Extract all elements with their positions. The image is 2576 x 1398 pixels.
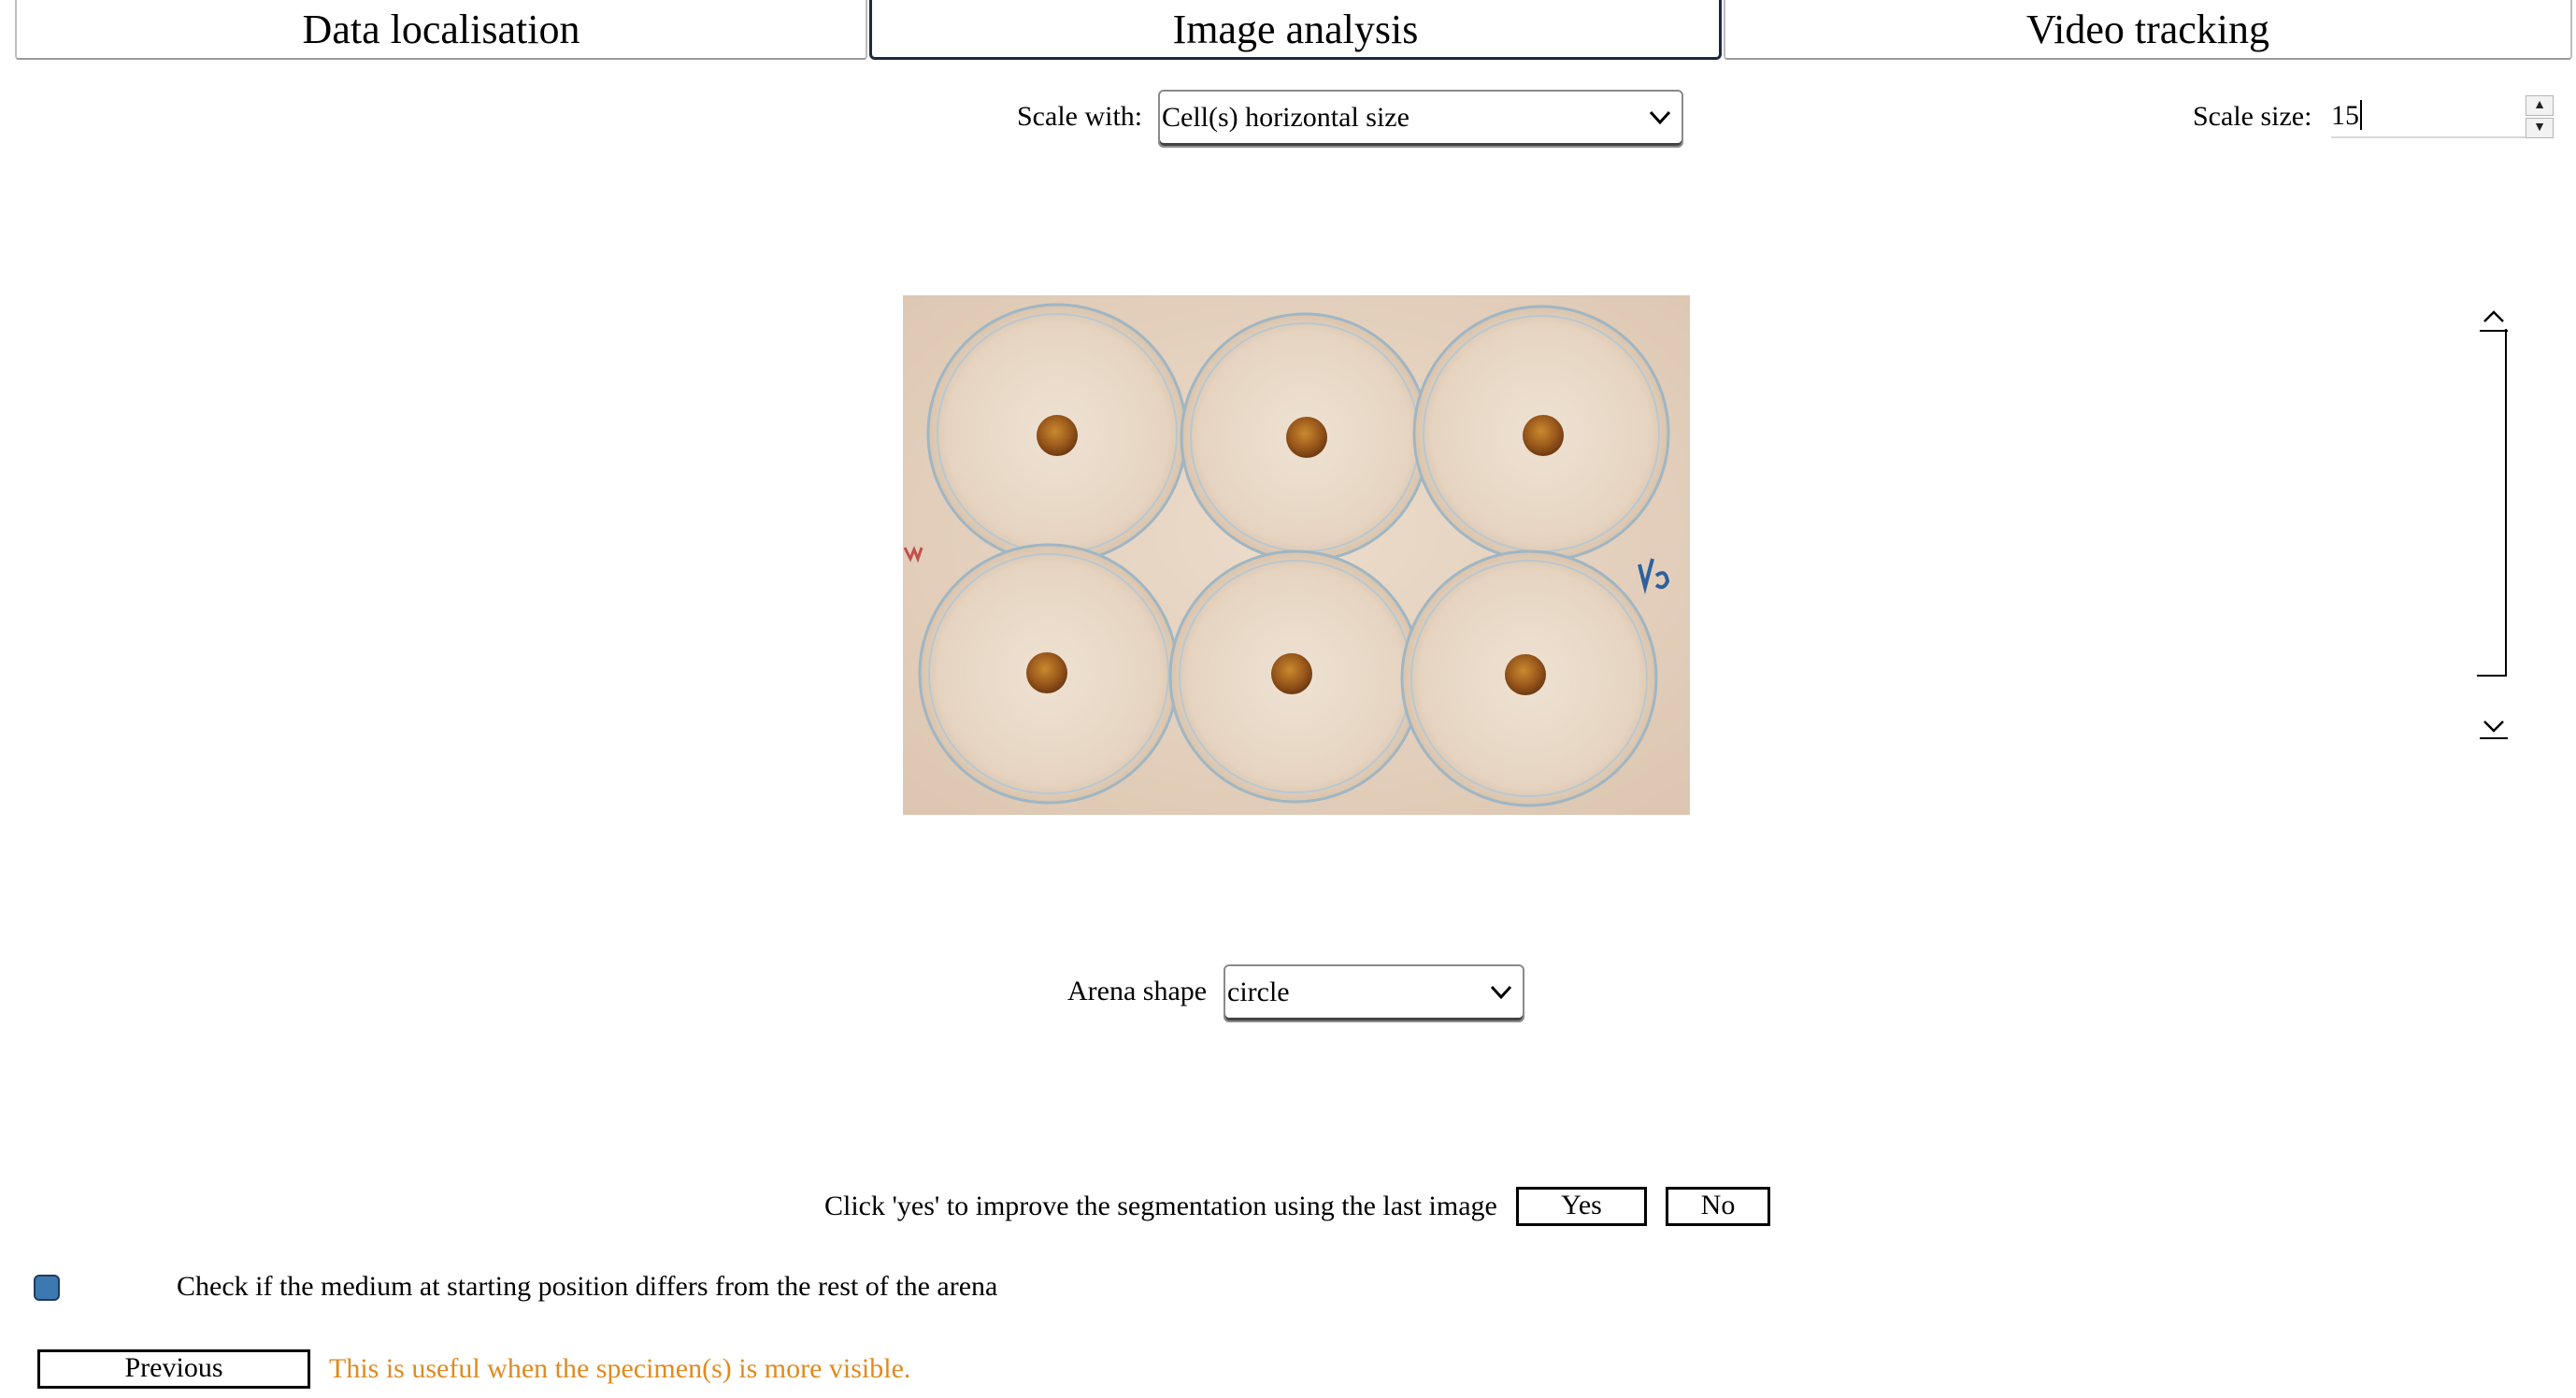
petri-dish-image <box>903 295 1690 815</box>
spin-down-button[interactable]: ▼ <box>2526 118 2554 138</box>
medium-checkbox-label: Check if the medium at starting position… <box>177 1271 998 1302</box>
scale-size-value: 15 <box>2331 100 2359 131</box>
text-caret <box>2360 100 2362 130</box>
scale-with-selected-value: Cell(s) horizontal size <box>1162 102 1410 133</box>
chevron-down-icon <box>1649 110 1671 125</box>
no-button[interactable]: No <box>1666 1187 1770 1226</box>
dish-bottom-right <box>1400 549 1658 807</box>
tab-data-localisation[interactable]: Data localisation <box>15 0 867 60</box>
scale-with-label: Scale with: <box>1017 101 1143 132</box>
scroll-track[interactable] <box>2477 329 2507 677</box>
arena-shape-select[interactable]: circle <box>1224 964 1524 1022</box>
scroll-down-icon[interactable] <box>2480 712 2508 740</box>
medium-checkbox[interactable] <box>34 1275 60 1301</box>
dish-top-middle <box>1180 312 1430 563</box>
tab-video-tracking[interactable]: Video tracking <box>1724 0 2572 60</box>
scale-size-label: Scale size: <box>2193 101 2312 132</box>
hint-text: This is useful when the specimen(s) is m… <box>329 1353 911 1384</box>
scale-size-input[interactable]: 15 <box>2331 97 2527 138</box>
dish-bottom-left <box>918 543 1180 805</box>
dish-top-right <box>1412 305 1670 563</box>
tab-image-analysis[interactable]: Image analysis <box>869 0 1722 60</box>
arena-shape-selected-value: circle <box>1227 977 1290 1007</box>
arena-shape-label: Arena shape <box>1067 976 1208 1006</box>
segmentation-prompt: Click 'yes' to improve the segmentation … <box>824 1191 1497 1221</box>
chevron-down-icon <box>1490 985 1512 1000</box>
previous-button[interactable]: Previous <box>37 1349 310 1389</box>
spin-up-button[interactable]: ▲ <box>2526 95 2554 116</box>
dish-bottom-middle <box>1168 549 1423 804</box>
dish-top-left <box>926 303 1188 564</box>
tab-bar: Data localisation Image analysis Video t… <box>15 0 2572 64</box>
scale-with-select[interactable]: Cell(s) horizontal size <box>1158 90 1683 148</box>
yes-button[interactable]: Yes <box>1516 1187 1647 1226</box>
